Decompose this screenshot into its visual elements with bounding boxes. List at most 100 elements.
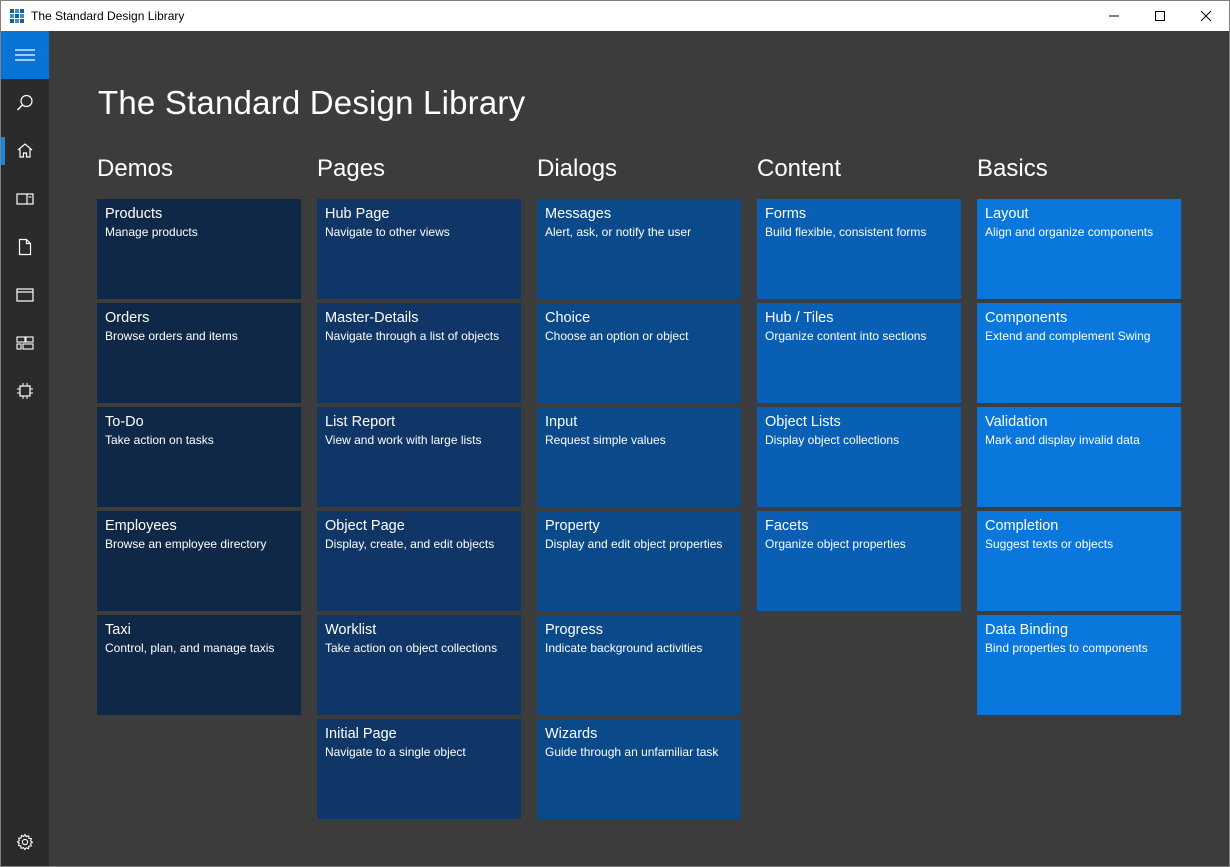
tile-title: Worklist bbox=[325, 622, 377, 638]
home-icon bbox=[17, 143, 33, 158]
tile-subtitle: Control, plan, and manage taxis bbox=[105, 641, 275, 655]
tile-completion[interactable]: Completion Suggest texts or objects bbox=[977, 511, 1181, 611]
tile-subtitle: Take action on object collections bbox=[325, 641, 498, 655]
tile-title: Components bbox=[985, 310, 1068, 326]
tile-subtitle: Request simple values bbox=[545, 433, 666, 447]
main-content: The Standard Design Library Demos Produc… bbox=[49, 31, 1229, 866]
chip-icon bbox=[17, 383, 33, 399]
tile-title: Layout bbox=[985, 206, 1029, 222]
tile-subtitle: Align and organize components bbox=[985, 225, 1154, 239]
page-icon bbox=[18, 238, 32, 256]
tile-data-binding[interactable]: Data Binding Bind properties to componen… bbox=[977, 615, 1181, 715]
tile-title: Object Lists bbox=[765, 414, 841, 430]
tile-title: Master-Details bbox=[325, 310, 419, 326]
window-controls bbox=[1091, 1, 1229, 31]
tile-subtitle: View and work with large lists bbox=[325, 433, 482, 447]
tile-title: Hub Page bbox=[325, 206, 390, 222]
tile-title: Forms bbox=[765, 206, 807, 222]
tile-property[interactable]: Property Display and edit object propert… bbox=[537, 511, 741, 611]
tile-title: Object Page bbox=[325, 518, 405, 534]
tile-subtitle: Display object collections bbox=[765, 433, 900, 447]
nav-pages[interactable] bbox=[1, 223, 49, 271]
tile-subtitle: Display, create, and edit objects bbox=[325, 537, 495, 551]
tile-subtitle: Organize content into sections bbox=[765, 329, 927, 343]
nav-search[interactable] bbox=[1, 79, 49, 127]
tile-subtitle: Mark and display invalid data bbox=[985, 433, 1140, 447]
column-header: Demos bbox=[97, 155, 174, 182]
column-demos: Demos Products Manage products Orders Br… bbox=[97, 155, 301, 719]
tile-title: Choice bbox=[545, 310, 591, 326]
tile-progress[interactable]: Progress Indicate background activities bbox=[537, 615, 741, 715]
tile-validation[interactable]: Validation Mark and display invalid data bbox=[977, 407, 1181, 507]
tile-forms[interactable]: Forms Build flexible, consistent forms bbox=[757, 199, 961, 299]
column-header: Dialogs bbox=[537, 155, 618, 182]
tile-hub-page[interactable]: Hub Page Navigate to other views bbox=[317, 199, 521, 299]
column-header: Pages bbox=[317, 155, 386, 182]
tile-subtitle: Guide through an unfamiliar task bbox=[545, 745, 719, 759]
maximize-icon bbox=[1155, 11, 1165, 21]
tile-subtitle: Browse orders and items bbox=[105, 329, 238, 343]
nav-settings[interactable] bbox=[1, 818, 49, 866]
column-header: Basics bbox=[977, 155, 1048, 182]
tile-object-lists[interactable]: Object Lists Display object collections bbox=[757, 407, 961, 507]
tile-wizards[interactable]: Wizards Guide through an unfamiliar task bbox=[537, 719, 741, 819]
tile-subtitle: Navigate through a list of objects bbox=[325, 329, 500, 343]
tile-worklist[interactable]: Worklist Take action on object collectio… bbox=[317, 615, 521, 715]
maximize-button[interactable] bbox=[1137, 1, 1183, 31]
app-logo-icon bbox=[10, 9, 24, 23]
tile-title: Completion bbox=[985, 518, 1059, 534]
tile-subtitle: Navigate to other views bbox=[325, 225, 450, 239]
tile-object-page[interactable]: Object Page Display, create, and edit ob… bbox=[317, 511, 521, 611]
tile-title: Employees bbox=[105, 518, 177, 534]
search-icon bbox=[17, 94, 33, 111]
tile-initial-page[interactable]: Initial Page Navigate to a single object bbox=[317, 719, 521, 819]
tile-title: Hub / Tiles bbox=[765, 310, 834, 326]
tile-title: Property bbox=[545, 518, 600, 534]
tile-subtitle: Extend and complement Swing bbox=[985, 329, 1151, 343]
tile-subtitle: Suggest texts or objects bbox=[985, 537, 1114, 551]
nav-content[interactable] bbox=[1, 319, 49, 367]
app-window: The Standard Design Library The Standard… bbox=[0, 0, 1230, 867]
close-button[interactable] bbox=[1183, 1, 1229, 31]
tile-title: Data Binding bbox=[985, 622, 1069, 638]
tile-products[interactable]: Products Manage products bbox=[97, 199, 301, 299]
column-basics: Basics Layout Align and organize compone… bbox=[977, 155, 1181, 719]
tile-subtitle: Build flexible, consistent forms bbox=[765, 225, 927, 239]
tile-title: Validation bbox=[985, 414, 1048, 430]
tile-title: Messages bbox=[545, 206, 612, 222]
tile-subtitle: Alert, ask, or notify the user bbox=[545, 225, 692, 239]
nav-demos[interactable] bbox=[1, 175, 49, 223]
tile-employees[interactable]: Employees Browse an employee directory bbox=[97, 511, 301, 611]
tile-input[interactable]: Input Request simple values bbox=[537, 407, 741, 507]
tile-master-details[interactable]: Master-Details Navigate through a list o… bbox=[317, 303, 521, 403]
tile-components[interactable]: Components Extend and complement Swing bbox=[977, 303, 1181, 403]
tile-facets[interactable]: Facets Organize object properties bbox=[757, 511, 961, 611]
tiles-icon bbox=[16, 336, 34, 350]
tile-subtitle: Manage products bbox=[105, 225, 198, 239]
tile-subtitle: Bind properties to components bbox=[985, 641, 1148, 655]
tile-taxi[interactable]: Taxi Control, plan, and manage taxis bbox=[97, 615, 301, 715]
tile-messages[interactable]: Messages Alert, ask, or notify the user bbox=[537, 199, 741, 299]
column-header: Content bbox=[757, 155, 842, 182]
tile-subtitle: Take action on tasks bbox=[105, 433, 214, 447]
tile-subtitle: Display and edit object properties bbox=[545, 537, 723, 551]
tile-layout[interactable]: Layout Align and organize components bbox=[977, 199, 1181, 299]
minimize-icon bbox=[1109, 15, 1119, 17]
tile-list-report[interactable]: List Report View and work with large lis… bbox=[317, 407, 521, 507]
tile-subtitle: Browse an employee directory bbox=[105, 537, 267, 551]
nav-sidebar bbox=[1, 31, 49, 866]
minimize-button[interactable] bbox=[1091, 1, 1137, 31]
nav-home[interactable] bbox=[1, 127, 49, 175]
nav-dialogs[interactable] bbox=[1, 271, 49, 319]
menu-button[interactable] bbox=[1, 31, 49, 79]
tile-orders[interactable]: Orders Browse orders and items bbox=[97, 303, 301, 403]
tile-title: Taxi bbox=[105, 622, 131, 638]
tile-choice[interactable]: Choice Choose an option or object bbox=[537, 303, 741, 403]
tile-hub-tiles[interactable]: Hub / Tiles Organize content into sectio… bbox=[757, 303, 961, 403]
hamburger-icon bbox=[15, 49, 35, 61]
tile-subtitle: Navigate to a single object bbox=[325, 745, 466, 759]
tile-to-do[interactable]: To-Do Take action on tasks bbox=[97, 407, 301, 507]
title-bar: The Standard Design Library bbox=[1, 1, 1229, 31]
close-icon bbox=[1200, 10, 1212, 22]
nav-basics[interactable] bbox=[1, 367, 49, 415]
